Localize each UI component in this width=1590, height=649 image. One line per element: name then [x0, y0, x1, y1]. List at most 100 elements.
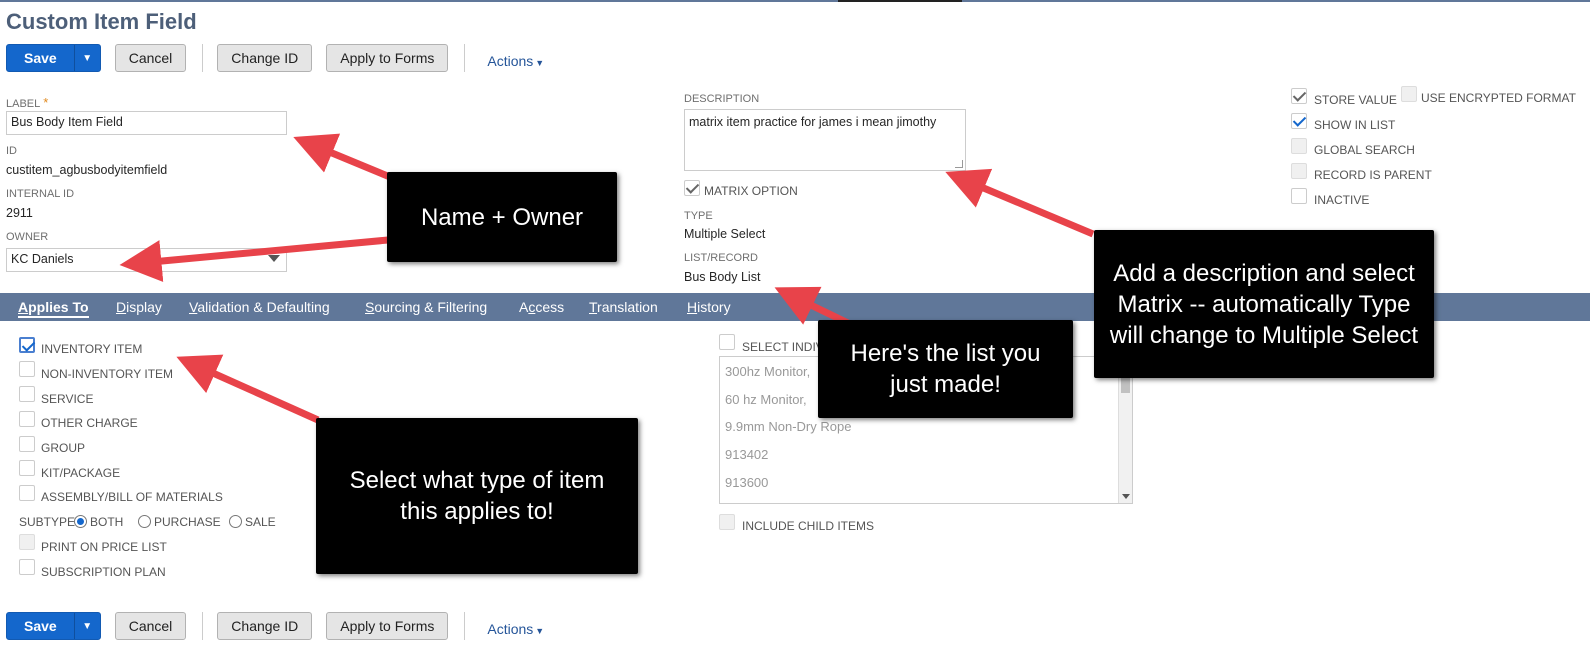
label-input[interactable]: Bus Body Item Field [6, 111, 287, 135]
assembly-checkbox[interactable] [19, 485, 35, 501]
subscription-plan-checkbox[interactable] [19, 559, 35, 575]
applies-item-label: INVENTORY ITEM [41, 342, 143, 356]
non-inventory-item-checkbox[interactable] [19, 361, 35, 377]
top-border [0, 0, 1590, 2]
use-encrypted-label: USE ENCRYPTED FORMAT [1421, 91, 1576, 105]
bottom-button-bar: Save ▼ Cancel Change ID Apply to Forms A… [6, 612, 544, 640]
tab-access-pre: A [519, 299, 529, 315]
tab-display[interactable]: Display [116, 299, 162, 315]
applies-item-label: KIT/PACKAGE [41, 466, 121, 480]
tab-history-rest: istory [697, 299, 731, 315]
show-in-list-label: SHOW IN LIST [1314, 118, 1396, 132]
applies-item-label: ASSEMBLY/BILL OF MATERIALS [41, 490, 223, 504]
callout-list: Here's the list you just made! [818, 320, 1073, 418]
callout-description-matrix: Add a description and select Matrix -- a… [1094, 230, 1434, 378]
toolbar-separator [202, 44, 204, 72]
show-in-list-checkbox[interactable] [1291, 113, 1307, 129]
record-is-parent-label: RECORD IS PARENT [1314, 168, 1432, 182]
internal-id-label: INTERNAL ID [6, 188, 75, 200]
group-checkbox[interactable] [19, 436, 35, 452]
tab-applies-to-rest: pplies To [28, 299, 89, 315]
apply-to-forms-button[interactable]: Apply to Forms [326, 44, 449, 72]
include-child-items-checkbox[interactable] [719, 514, 735, 530]
inactive-checkbox[interactable] [1291, 188, 1307, 204]
inactive-label: INACTIVE [1314, 193, 1370, 207]
tab-sourcing-rest: ourcing & Filtering [374, 299, 488, 315]
store-value-checkbox[interactable] [1291, 88, 1307, 104]
tab-history-key: H [687, 299, 698, 315]
print-on-price-list-label: PRINT ON PRICE LIST [41, 540, 167, 554]
global-search-label: GLOBAL SEARCH [1314, 143, 1415, 157]
use-encrypted-checkbox[interactable] [1401, 86, 1417, 102]
subtype-sale-label: SALE [245, 515, 276, 529]
list-record-label: LIST/RECORD [684, 252, 758, 264]
id-label: ID [6, 145, 17, 157]
global-search-checkbox[interactable] [1291, 138, 1307, 154]
save-dropdown-icon[interactable]: ▼ [73, 45, 100, 71]
include-child-items-label: INCLUDE CHILD ITEMS [742, 519, 875, 533]
id-value: custitem_agbusbodyitemfield [6, 163, 168, 177]
store-value-label: STORE VALUE [1314, 93, 1397, 107]
print-on-price-list-checkbox[interactable] [19, 534, 35, 550]
list-item[interactable]: 9.9mm Non-Dry Rope [725, 419, 851, 434]
owner-select-value: KC Daniels [11, 252, 74, 266]
cancel-button[interactable]: Cancel [114, 612, 187, 640]
chevron-down-icon [268, 255, 280, 262]
owner-select[interactable]: KC Daniels [6, 248, 287, 272]
actions-menu[interactable]: Actions ▼ [487, 53, 544, 69]
change-id-button[interactable]: Change ID [217, 44, 313, 72]
tab-translation-key: T [589, 299, 598, 315]
description-text: matrix item practice for james i mean ji… [689, 115, 937, 129]
apply-to-forms-button[interactable]: Apply to Forms [326, 612, 449, 640]
subscription-plan-label: SUBSCRIPTION PLAN [41, 565, 166, 579]
save-button[interactable]: Save ▼ [6, 44, 101, 72]
inventory-item-checkbox[interactable] [19, 337, 35, 353]
tab-access[interactable]: Access [519, 299, 564, 315]
page-title: Custom Item Field [6, 9, 197, 34]
cancel-button[interactable]: Cancel [114, 44, 187, 72]
service-checkbox[interactable] [19, 386, 35, 402]
other-charge-checkbox[interactable] [19, 411, 35, 427]
top-button-bar: Save ▼ Cancel Change ID Apply to Forms A… [6, 44, 544, 72]
tab-history[interactable]: History [687, 299, 731, 315]
tab-translation[interactable]: Translation [589, 299, 658, 315]
label-field-label-text: LABEL [6, 98, 41, 110]
list-item[interactable]: 300hz Monitor, [725, 364, 810, 379]
list-item[interactable]: 913402 [725, 447, 768, 462]
subtype-sale-radio[interactable] [229, 515, 242, 528]
select-individual-checkbox[interactable] [719, 334, 735, 350]
save-button-label: Save [24, 618, 57, 634]
applies-item-label: NON-INVENTORY ITEM [41, 367, 174, 381]
tab-sourcing-filtering[interactable]: Sourcing & Filtering [365, 299, 487, 315]
subtype-both-label: BOTH [90, 515, 124, 529]
save-button-label: Save [24, 50, 57, 66]
resize-grip-icon[interactable] [955, 160, 963, 168]
change-id-button[interactable]: Change ID [217, 612, 313, 640]
subtype-purchase-radio[interactable] [138, 515, 151, 528]
required-marker: * [43, 95, 49, 110]
kit-package-checkbox[interactable] [19, 460, 35, 476]
listbox-scrollbar[interactable] [1118, 357, 1132, 503]
subtype-both-radio[interactable] [74, 515, 87, 528]
arrow-to-description [945, 168, 1095, 238]
tab-validation-defaulting[interactable]: Validation & Defaulting [189, 299, 330, 315]
scroll-down-icon[interactable] [1122, 494, 1130, 499]
description-textarea[interactable]: matrix item practice for james i mean ji… [684, 109, 966, 171]
actions-label: Actions [487, 621, 534, 637]
applies-item-label: GROUP [41, 441, 86, 455]
owner-label: OWNER [6, 231, 49, 243]
list-item[interactable]: 913600 [725, 475, 768, 490]
matrix-option-checkbox[interactable] [684, 180, 700, 196]
tab-applies-to[interactable]: Applies To [18, 299, 89, 318]
tab-display-rest: isplay [126, 299, 162, 315]
save-button[interactable]: Save ▼ [6, 612, 101, 640]
top-border-accent [838, 0, 962, 2]
caret-down-icon: ▼ [535, 626, 545, 636]
save-dropdown-icon[interactable]: ▼ [73, 613, 100, 639]
record-is-parent-checkbox[interactable] [1291, 163, 1307, 179]
arrow-to-label [293, 133, 392, 181]
actions-menu[interactable]: Actions ▼ [487, 621, 544, 637]
tab-translation-rest: ranslation [597, 299, 658, 315]
list-item[interactable]: 60 hz Monitor, [725, 392, 807, 407]
description-label: DESCRIPTION [684, 93, 760, 105]
